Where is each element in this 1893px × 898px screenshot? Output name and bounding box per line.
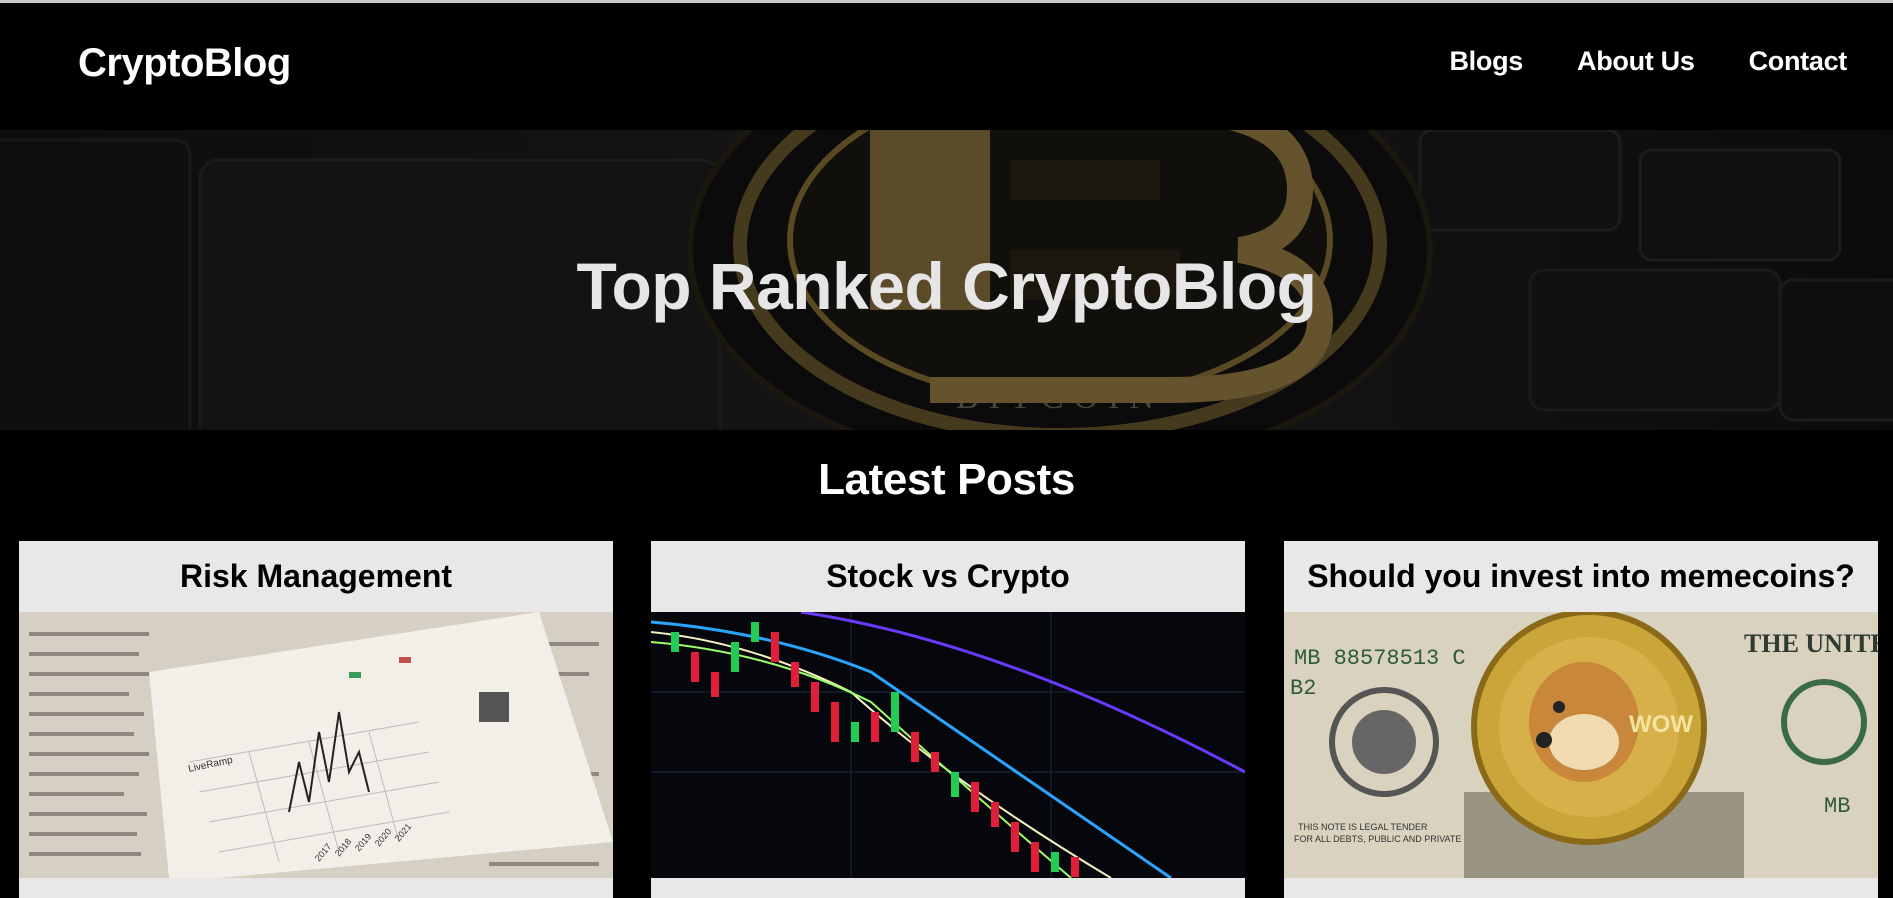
post-image-dogecoin-banknote[interactable]: MB 88578513 C B2 THIS NOTE IS LEGAL TEND…	[1284, 612, 1878, 878]
post-card-stock-vs-crypto[interactable]: Stock vs Crypto	[651, 541, 1245, 898]
post-card-memecoins[interactable]: Should you invest into memecoins? MB 885…	[1284, 541, 1878, 898]
svg-text:THE UNITED STATES: THE UNITED STATES	[1744, 629, 1878, 658]
svg-text:FOR ALL DEBTS, PUBLIC AND PRIV: FOR ALL DEBTS, PUBLIC AND PRIVATE	[1294, 834, 1461, 844]
main-nav: Blogs About Us Contact	[1449, 46, 1847, 77]
post-title[interactable]: Should you invest into memecoins?	[1284, 541, 1878, 612]
svg-text:B2: B2	[1290, 676, 1316, 701]
nav-link-about-us[interactable]: About Us	[1577, 46, 1695, 77]
card-footer	[1284, 878, 1878, 898]
card-footer	[651, 878, 1245, 898]
hero-banner: BITCOIN Top Ranked CryptoBlog	[0, 130, 1893, 430]
post-title[interactable]: Risk Management	[19, 541, 613, 612]
post-card-risk-management[interactable]: Risk Management LiveRamp 2017 2018 2019 …	[19, 541, 613, 898]
svg-text:THIS NOTE IS LEGAL TENDER: THIS NOTE IS LEGAL TENDER	[1298, 822, 1428, 832]
nav-link-contact[interactable]: Contact	[1749, 46, 1848, 77]
post-title[interactable]: Stock vs Crypto	[651, 541, 1245, 612]
svg-text:MB 88578513 C: MB 88578513 C	[1294, 646, 1466, 671]
hero-title: Top Ranked CryptoBlog	[576, 249, 1317, 323]
card-footer	[19, 878, 613, 898]
site-header: CryptoBlog Blogs About Us Contact	[0, 3, 1893, 130]
svg-text:WOW: WOW	[1629, 711, 1693, 738]
site-logo[interactable]: CryptoBlog	[78, 41, 291, 86]
nav-link-blogs[interactable]: Blogs	[1449, 46, 1523, 77]
post-image-newspaper-chart[interactable]: LiveRamp 2017 2018 2019 2020 2021	[19, 612, 613, 878]
svg-text:MB: MB	[1824, 794, 1850, 819]
post-image-candlestick-chart[interactable]	[651, 612, 1245, 878]
latest-posts-heading: Latest Posts	[818, 455, 1075, 504]
